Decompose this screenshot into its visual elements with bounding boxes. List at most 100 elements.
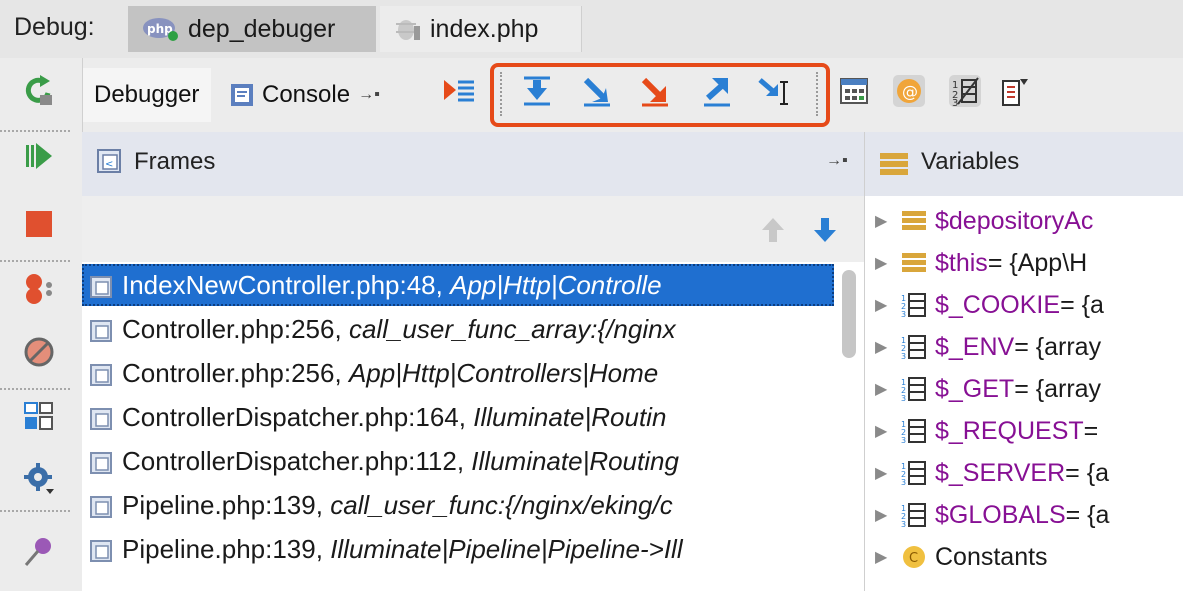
settings-button[interactable] <box>19 460 59 500</box>
resume-icon <box>22 139 56 178</box>
frames-title: Frames <box>134 148 216 175</box>
frames-scrollbar[interactable] <box>842 270 856 358</box>
frame-icon <box>90 450 112 474</box>
frame-row[interactable]: ControllerDispatcher.php:112, Illuminate… <box>82 440 834 482</box>
frame-context: App|Http|Controlle <box>450 269 662 300</box>
frame-file: Pipeline.php:139, <box>122 533 323 564</box>
array-icon: 123 <box>901 418 927 445</box>
variable-name: $_GET <box>935 374 1015 403</box>
layout-grid-icon <box>22 399 56 438</box>
step-out-icon <box>700 74 734 113</box>
toolbar-separator <box>500 72 505 116</box>
expand-arrow-icon[interactable]: ▶ <box>875 421 889 441</box>
step-into-button[interactable] <box>578 73 616 113</box>
variable-row[interactable]: ▶ 123 $_REQUEST = <box>865 410 1183 452</box>
restore-layout-button[interactable] <box>996 73 1034 113</box>
frame-row[interactable]: ControllerDispatcher.php:164, Illuminate… <box>82 396 834 438</box>
svg-text:3: 3 <box>901 352 906 360</box>
calculator-icon <box>839 76 869 111</box>
variable-row[interactable]: ▶ $this = {App\H <box>865 242 1183 284</box>
variable-row[interactable]: ▶ C Constants <box>865 536 1183 578</box>
tab-dep-debuger-label: dep_debuger <box>188 14 336 43</box>
frames-icon: < <box>96 148 124 181</box>
expand-arrow-icon[interactable]: ▶ <box>875 253 889 273</box>
expand-arrow-icon[interactable]: ▶ <box>875 337 889 357</box>
frame-row[interactable]: Controller.php:256, App|Http|Controllers… <box>82 352 834 394</box>
tab-console[interactable]: Console →▪ <box>230 68 380 122</box>
frame-file: ControllerDispatcher.php:164, <box>122 401 466 432</box>
svg-text:3: 3 <box>901 520 906 528</box>
step-out-button[interactable] <box>698 73 736 113</box>
previous-frame-button[interactable] <box>760 216 786 249</box>
frame-icon <box>90 406 112 430</box>
run-to-cursor-icon <box>756 74 794 113</box>
variable-name: $_REQUEST <box>935 416 1084 445</box>
frame-context: call_user_func:{/nginx/eking/c <box>330 489 673 520</box>
variable-value: = {a <box>1060 290 1104 319</box>
numbered-list-icon: 123 <box>948 74 982 113</box>
view-breakpoints-button[interactable] <box>19 270 59 310</box>
object-icon <box>901 250 927 276</box>
left-toolbar <box>0 58 83 591</box>
svg-text:C: C <box>909 551 918 566</box>
frame-file: Controller.php:256, <box>122 357 342 388</box>
array-icon: 123 <box>901 334 927 361</box>
pin-tab-button[interactable] <box>19 534 59 574</box>
variable-value: = {a <box>1065 458 1109 487</box>
at-sign-icon: @ <box>892 74 926 113</box>
force-step-into-icon <box>638 74 672 113</box>
show-values-inline-button[interactable]: 123 <box>946 73 984 113</box>
expand-arrow-icon[interactable]: ▶ <box>875 295 889 315</box>
variable-value: = {array <box>1014 374 1102 403</box>
force-step-into-button[interactable] <box>636 73 674 113</box>
frame-row[interactable]: Pipeline.php:139, Illuminate|Pipeline|Pi… <box>82 528 834 570</box>
tab-dep-debuger[interactable]: php dep_debuger <box>128 6 376 52</box>
variable-value: = {a <box>1065 500 1110 529</box>
expand-arrow-icon[interactable]: ▶ <box>875 463 889 483</box>
expand-arrow-icon[interactable]: ▶ <box>875 379 889 399</box>
variable-row[interactable]: ▶ 123 $GLOBALS = {a <box>865 494 1183 536</box>
variable-name: Constants <box>935 542 1048 571</box>
variable-name: $this <box>935 248 988 277</box>
mute-breakpoints-button[interactable] <box>19 334 59 374</box>
array-icon: 123 <box>901 502 927 529</box>
frames-pin-icon[interactable]: →▪ <box>826 152 848 170</box>
frame-file: Controller.php:256, <box>122 313 342 344</box>
variable-name: $_COOKIE <box>935 290 1061 319</box>
object-icon <box>901 208 927 234</box>
run-to-cursor-button[interactable] <box>756 73 794 113</box>
stop-button[interactable] <box>19 206 59 246</box>
resume-button[interactable] <box>19 138 59 178</box>
svg-text:3: 3 <box>901 394 906 402</box>
variables-icon <box>879 150 909 183</box>
svg-text:3: 3 <box>901 310 906 318</box>
variable-row[interactable]: ▶ 123 $_SERVER = {a <box>865 452 1183 494</box>
frame-row[interactable]: Controller.php:256, call_user_func_array… <box>82 308 834 350</box>
tab-index-php[interactable]: index.php <box>380 6 582 52</box>
console-pin-icon[interactable]: →▪ <box>358 86 380 104</box>
frame-row[interactable]: IndexNewController.php:48, App|Http|Cont… <box>82 264 834 306</box>
svg-text:3: 3 <box>952 98 958 108</box>
layout-settings-button[interactable] <box>19 398 59 438</box>
layout-icon <box>1000 75 1030 112</box>
step-over-button[interactable] <box>518 73 556 113</box>
frame-row[interactable]: Pipeline.php:139, call_user_func:{/nginx… <box>82 484 834 526</box>
variable-row[interactable]: ▶ $depositoryAc <box>865 200 1183 242</box>
expand-arrow-icon[interactable]: ▶ <box>875 211 889 231</box>
variable-row[interactable]: ▶ 123 $_GET = {array <box>865 368 1183 410</box>
evaluate-expression-button[interactable] <box>835 73 873 113</box>
variable-value: = <box>1083 416 1099 445</box>
stop-icon <box>24 209 54 244</box>
tab-debugger[interactable]: Debugger <box>82 68 212 122</box>
frames-subbar <box>82 196 864 262</box>
frame-icon <box>90 318 112 342</box>
variable-row[interactable]: ▶ 123 $_ENV = {array <box>865 326 1183 368</box>
watches-toggle-button[interactable]: @ <box>890 73 928 113</box>
variables-panel-header: Variables <box>864 132 1183 197</box>
variable-row[interactable]: ▶ 123 $_COOKIE = {a <box>865 284 1183 326</box>
expand-arrow-icon[interactable]: ▶ <box>875 505 889 525</box>
expand-arrow-icon[interactable]: ▶ <box>875 547 889 567</box>
next-frame-button[interactable] <box>812 216 838 249</box>
rerun-button[interactable] <box>19 72 59 112</box>
show-execution-point-button[interactable] <box>440 73 478 113</box>
